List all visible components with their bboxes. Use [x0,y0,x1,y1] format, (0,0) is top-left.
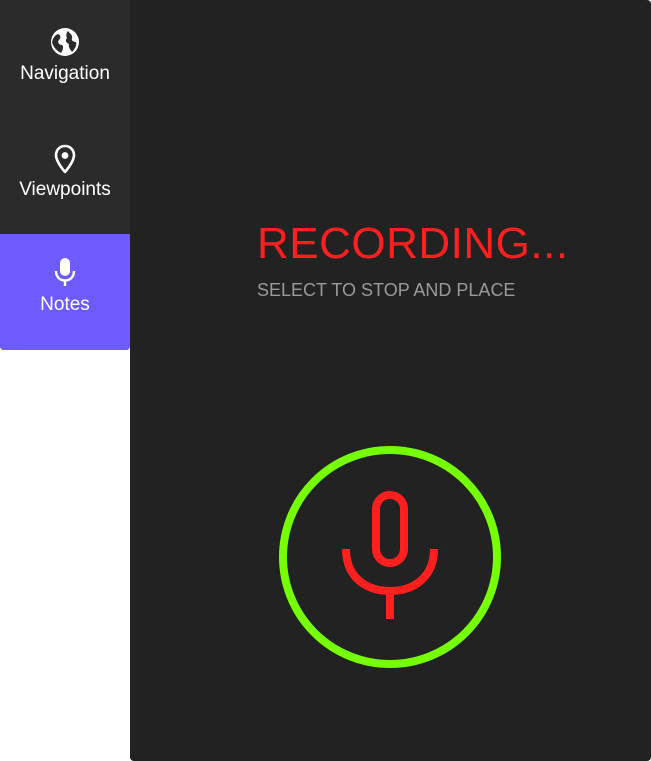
recording-status-title: RECORDING... [257,219,569,268]
globe-icon [51,28,79,56]
recording-ring [279,446,501,668]
sidebar-item-notes[interactable]: Notes [0,234,130,350]
map-pin-icon [54,144,76,174]
microphone-icon [54,258,76,286]
sidebar: Navigation Viewpoints Notes [0,0,130,350]
sidebar-item-label: Navigation [20,63,110,84]
sidebar-item-viewpoints[interactable]: Viewpoints [0,118,130,234]
recording-status-subtitle: SELECT TO STOP AND PLACE [257,280,516,300]
sidebar-item-label: Notes [40,294,90,315]
microphone-icon [342,491,438,619]
stop-recording-button[interactable] [278,445,502,669]
sidebar-item-navigation[interactable]: Navigation [0,0,130,116]
sidebar-item-label: Viewpoints [19,179,111,200]
notes-recording-panel: RECORDING... SELECT TO STOP AND PLACE [130,0,651,761]
